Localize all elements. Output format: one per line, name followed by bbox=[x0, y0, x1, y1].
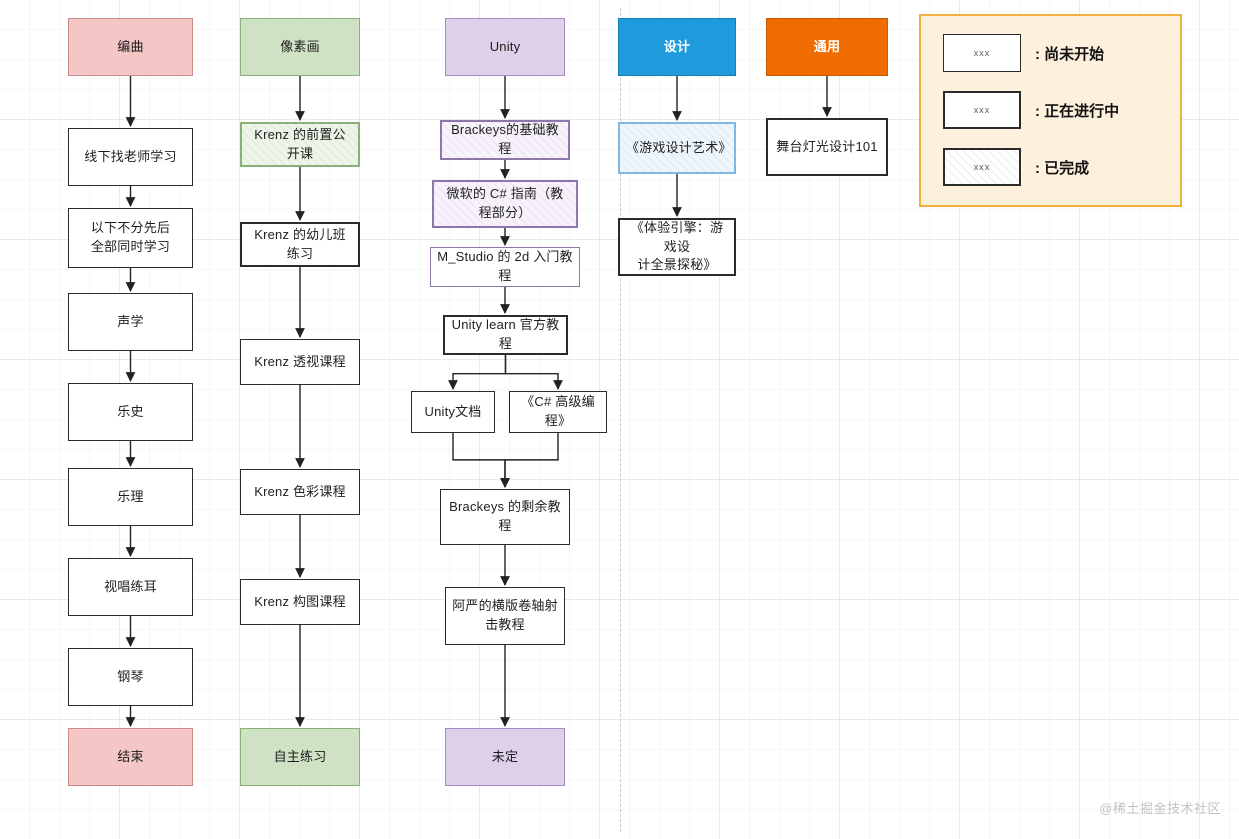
node-arrangement-a8[interactable]: 结束 bbox=[68, 728, 193, 786]
node-unity-u4[interactable]: Unity learn 官方教程 bbox=[443, 315, 568, 355]
node-label: Unity learn 官方教程 bbox=[451, 317, 560, 351]
node-general-g1[interactable]: 舞台灯光设计101 bbox=[766, 118, 888, 176]
node-label: Unity文档 bbox=[424, 403, 482, 419]
node-label: Krenz 构图课程 bbox=[254, 593, 346, 609]
node-label: 舞台灯光设计101 bbox=[776, 138, 878, 154]
node-label: 微软的 C# 指南（教程部分） bbox=[446, 186, 564, 220]
node-unity-u9[interactable]: 未定 bbox=[445, 728, 565, 786]
legend-swatch-text: xxx bbox=[973, 48, 991, 58]
node-label: 《C# 高级编程》 bbox=[521, 394, 595, 428]
legend-swatch-done: xxx bbox=[943, 148, 1021, 186]
node-label: Krenz 色彩课程 bbox=[254, 483, 346, 499]
node-label: 编曲 bbox=[117, 38, 144, 54]
watermark: @稀土掘金技术社区 bbox=[1099, 801, 1221, 816]
node-pixelart-p5[interactable]: Krenz 构图课程 bbox=[240, 579, 360, 625]
node-general-g0[interactable]: 通用 bbox=[766, 18, 888, 76]
node-label: Krenz 的幼儿班练习 bbox=[254, 226, 346, 261]
node-label: 线下找老师学习 bbox=[84, 148, 177, 164]
node-unity-u0[interactable]: Unity bbox=[445, 18, 565, 76]
legend-label-todo: : 尚未开始 bbox=[1035, 45, 1105, 63]
node-unity-u6[interactable]: 《C# 高级编程》 bbox=[509, 391, 607, 433]
legend-panel: xxx : 尚未开始 xxx : 正在进行中 xxx : 已完成 bbox=[919, 14, 1182, 207]
node-pixelart-p4[interactable]: Krenz 色彩课程 bbox=[240, 469, 360, 515]
node-label: 像素画 bbox=[280, 38, 320, 54]
legend-swatch-text: xxx bbox=[973, 105, 991, 115]
node-pixelart-p2[interactable]: Krenz 的幼儿班练习 bbox=[240, 222, 360, 267]
node-label: 以下不分先后 全部同时学习 bbox=[90, 220, 171, 254]
legend-row-done: xxx : 已完成 bbox=[943, 148, 1089, 186]
node-label: 未定 bbox=[491, 748, 519, 764]
node-arrangement-a6[interactable]: 视唱练耳 bbox=[68, 558, 193, 616]
node-label: 乐史 bbox=[117, 403, 144, 419]
node-arrangement-a3[interactable]: 声学 bbox=[68, 293, 193, 351]
node-pixelart-p6[interactable]: 自主练习 bbox=[240, 728, 360, 786]
node-unity-u7[interactable]: Brackeys 的剩余教程 bbox=[440, 489, 570, 545]
node-label: 通用 bbox=[813, 38, 841, 54]
node-design-d1[interactable]: 《游戏设计艺术》 bbox=[618, 122, 736, 174]
node-label: 声学 bbox=[117, 313, 144, 329]
node-design-d2[interactable]: 《体验引擎：游戏设 计全景探秘》 bbox=[618, 218, 736, 276]
node-arrangement-a4[interactable]: 乐史 bbox=[68, 383, 193, 441]
node-label: 结束 bbox=[117, 748, 144, 764]
node-label: Unity bbox=[489, 38, 521, 54]
node-label: 设计 bbox=[663, 38, 691, 54]
node-label: M_Studio 的 2d 入门教程 bbox=[437, 249, 573, 283]
node-arrangement-a5[interactable]: 乐理 bbox=[68, 468, 193, 526]
node-label: 《游戏设计艺术》 bbox=[626, 139, 732, 155]
node-pixelart-p0[interactable]: 像素画 bbox=[240, 18, 360, 76]
node-label: Brackeys的基础教程 bbox=[451, 122, 559, 156]
node-arrangement-a7[interactable]: 钢琴 bbox=[68, 648, 193, 706]
node-label: 自主练习 bbox=[273, 748, 327, 764]
node-arrangement-a0[interactable]: 编曲 bbox=[68, 18, 193, 76]
node-label: 阿严的横版卷轴射击教程 bbox=[452, 598, 558, 632]
node-unity-u5[interactable]: Unity文档 bbox=[411, 391, 495, 433]
node-arrangement-a1[interactable]: 线下找老师学习 bbox=[68, 128, 193, 186]
node-label: 钢琴 bbox=[117, 668, 144, 684]
node-design-d0[interactable]: 设计 bbox=[618, 18, 736, 76]
node-label: Krenz 的前置公开课 bbox=[254, 126, 346, 161]
legend-swatch-doing: xxx bbox=[943, 91, 1021, 129]
node-label: 视唱练耳 bbox=[104, 578, 157, 594]
node-pixelart-p1[interactable]: Krenz 的前置公开课 bbox=[240, 122, 360, 167]
node-pixelart-p3[interactable]: Krenz 透视课程 bbox=[240, 339, 360, 385]
node-arrangement-a2[interactable]: 以下不分先后 全部同时学习 bbox=[68, 208, 193, 268]
node-label: 《体验引擎：游戏设 计全景探秘》 bbox=[630, 219, 724, 273]
legend-row-todo: xxx : 尚未开始 bbox=[943, 34, 1104, 72]
legend-row-doing: xxx : 正在进行中 bbox=[943, 91, 1119, 129]
node-label: Krenz 透视课程 bbox=[254, 353, 346, 369]
legend-label-done: : 已完成 bbox=[1035, 159, 1090, 177]
node-label: Brackeys 的剩余教程 bbox=[449, 499, 561, 533]
node-label: 乐理 bbox=[117, 488, 144, 504]
node-unity-u1[interactable]: Brackeys的基础教程 bbox=[440, 120, 570, 160]
legend-label-doing: : 正在进行中 bbox=[1035, 102, 1120, 120]
node-unity-u3[interactable]: M_Studio 的 2d 入门教程 bbox=[430, 247, 580, 287]
node-unity-u8[interactable]: 阿严的横版卷轴射击教程 bbox=[445, 587, 565, 645]
legend-swatch-text: xxx bbox=[973, 162, 991, 172]
node-unity-u2[interactable]: 微软的 C# 指南（教程部分） bbox=[432, 180, 578, 228]
legend-swatch-todo: xxx bbox=[943, 34, 1021, 72]
